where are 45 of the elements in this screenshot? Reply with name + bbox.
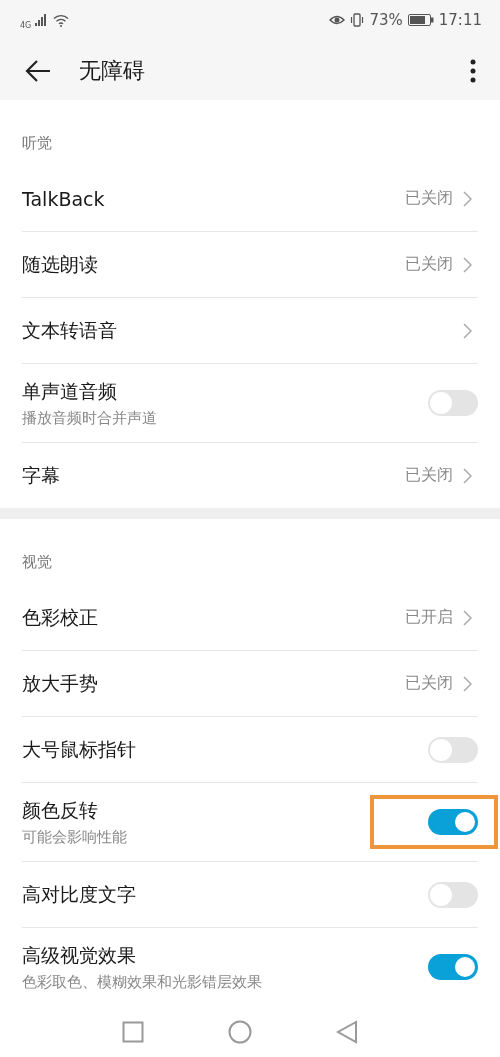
vibrate-icon bbox=[350, 13, 365, 28]
setting-label[interactable]: 色彩校正 bbox=[22, 604, 405, 631]
setting-status: 已关闭 bbox=[405, 254, 453, 276]
setting-status: 已关闭 bbox=[405, 673, 453, 695]
section-header: 听觉 bbox=[22, 132, 53, 154]
setting-description: 播放音频时合并声道 bbox=[22, 408, 158, 428]
chevron-icon[interactable] bbox=[463, 675, 472, 692]
setting-label[interactable]: 颜色反转 bbox=[22, 797, 428, 824]
setting-label[interactable]: TalkBack bbox=[22, 187, 405, 210]
toggle-switch[interactable] bbox=[428, 881, 478, 908]
chevron-icon[interactable] bbox=[463, 609, 472, 626]
setting-label[interactable]: 单声道音频 bbox=[22, 378, 428, 405]
clock: 17:11 bbox=[438, 11, 482, 30]
chevron-icon[interactable] bbox=[463, 190, 472, 207]
section-header: 视觉 bbox=[22, 551, 53, 573]
back-icon[interactable] bbox=[25, 59, 51, 82]
chevron-icon[interactable] bbox=[463, 256, 472, 273]
eye-icon bbox=[329, 14, 346, 27]
setting-label[interactable]: 高对比度文字 bbox=[22, 881, 428, 908]
toggle-switch[interactable] bbox=[428, 390, 478, 417]
setting-label[interactable]: 大号鼠标指针 bbox=[22, 736, 428, 763]
setting-status: 已开启 bbox=[405, 607, 453, 629]
toggle-switch[interactable] bbox=[428, 809, 478, 836]
setting-status: 已关闭 bbox=[405, 188, 453, 210]
wifi-icon bbox=[53, 13, 70, 27]
battery-icon bbox=[407, 14, 434, 27]
setting-description: 可能会影响性能 bbox=[22, 827, 128, 847]
setting-label[interactable]: 随选朗读 bbox=[22, 251, 405, 278]
recents-icon[interactable] bbox=[122, 1020, 144, 1043]
toggle-switch[interactable] bbox=[428, 736, 478, 763]
setting-label[interactable]: 放大手势 bbox=[22, 670, 405, 697]
chevron-icon[interactable] bbox=[463, 467, 472, 484]
more-icon[interactable] bbox=[470, 58, 476, 83]
setting-status: 已关闭 bbox=[405, 465, 453, 487]
page-title: 无障碍 bbox=[79, 56, 146, 85]
battery-percent: 73% bbox=[369, 11, 403, 30]
chevron-icon[interactable] bbox=[463, 322, 472, 339]
setting-label[interactable]: 字幕 bbox=[22, 462, 405, 489]
setting-label[interactable]: 文本转语音 bbox=[22, 317, 463, 344]
setting-label[interactable]: 高级视觉效果 bbox=[22, 942, 428, 969]
toggle-switch[interactable] bbox=[428, 954, 478, 981]
setting-description: 色彩取色、模糊效果和光影错层效果 bbox=[22, 972, 263, 992]
home-icon[interactable] bbox=[228, 1019, 252, 1044]
back-nav-icon[interactable] bbox=[336, 1019, 358, 1044]
network-type: 4G bbox=[20, 20, 32, 30]
